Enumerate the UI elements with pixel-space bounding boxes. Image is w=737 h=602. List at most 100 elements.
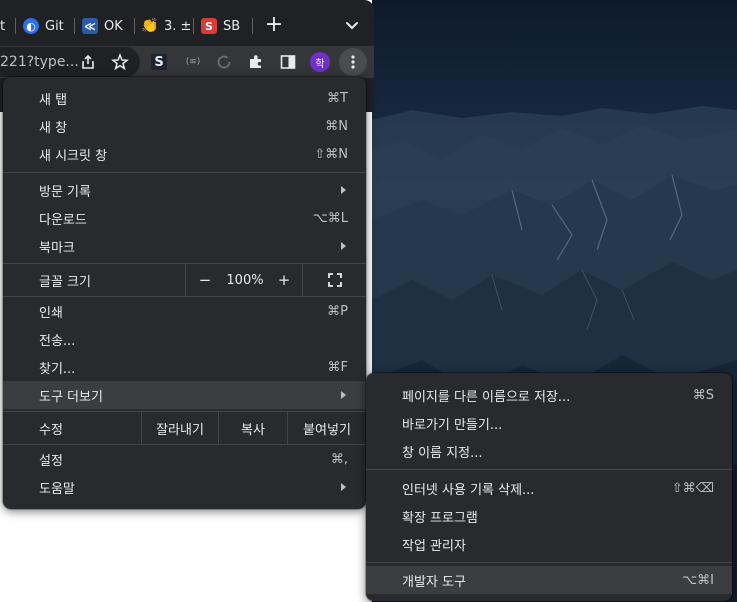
url-text: 221?type... <box>0 54 79 70</box>
menu-divider <box>3 172 366 173</box>
tab-github[interactable]: ◐ Git <box>23 14 69 38</box>
star-icon <box>111 53 129 71</box>
menu-divider <box>366 562 732 563</box>
chevron-down-icon <box>346 22 358 30</box>
menu-divider <box>366 469 732 470</box>
menu-task-manager[interactable]: 작업 관리자 <box>366 530 732 558</box>
side-panel-icon <box>280 55 296 69</box>
menu-item-shortcut: ⌘N <box>325 118 348 134</box>
extension-s-icon: S <box>151 54 167 70</box>
more-menu-button[interactable] <box>339 48 367 76</box>
chrome-main-menu: 새 탭 ⌘T 새 창 ⌘N 새 시크릿 창 ⇧⌘N 방문 기록 다운로드 ⌥⌘L… <box>3 77 366 509</box>
toolbar: 221?type... S (≋) 학 <box>0 46 374 78</box>
tab-strip: t ◐ Git ≪ OK 👏 3. ± S SB + <box>0 0 374 46</box>
share-icon <box>82 54 94 69</box>
menu-item-label: 다운로드 <box>39 212 87 228</box>
menu-item-label: 새 시크릿 창 <box>39 148 108 164</box>
extension-mid-button[interactable]: (≋) <box>180 52 206 72</box>
menu-item-shortcut: ⌥⌘I <box>682 572 714 588</box>
menu-find[interactable]: 찾기... ⌘F <box>3 353 366 381</box>
menu-item-shortcut: ⌘, <box>330 451 348 467</box>
zoom-in-button[interactable]: + <box>266 264 302 296</box>
menu-item-shortcut: ⌘F <box>327 359 348 375</box>
share-button[interactable] <box>78 52 98 72</box>
menu-zoom-row: 글꼴 크기 − 100% + <box>3 264 366 296</box>
avatar: 학 <box>310 52 330 72</box>
tab-title: Git <box>45 18 64 34</box>
menu-item-label: 새 탭 <box>39 92 68 108</box>
menu-cast[interactable]: 전송... <box>3 325 366 353</box>
menu-item-label: 작업 관리자 <box>402 538 466 554</box>
cut-button[interactable]: 잘라내기 <box>142 412 218 444</box>
submenu-arrow-icon <box>341 483 346 491</box>
menu-help[interactable]: 도움말 <box>3 473 366 501</box>
menu-more-tools[interactable]: 도구 더보기 <box>3 381 366 409</box>
menu-developer-tools[interactable]: 개발자 도구 ⌥⌘I <box>366 566 732 594</box>
menu-new-window[interactable]: 새 창 ⌘N <box>3 112 366 140</box>
zoom-label: 글꼴 크기 <box>39 274 91 290</box>
tab-3[interactable]: 👏 3. ± <box>142 14 190 38</box>
menu-item-shortcut: ⇧⌘N <box>314 146 348 162</box>
tab-title: t <box>0 18 6 34</box>
menu-create-shortcut[interactable]: 바로가기 만들기... <box>366 409 732 437</box>
more-tools-submenu: 페이지를 다른 이름으로 저장... ⌘S 바로가기 만들기... 창 이름 지… <box>366 373 732 601</box>
profile-button[interactable]: 학 <box>310 52 330 72</box>
hand-icon: 👏 <box>142 18 159 34</box>
bookmark-button[interactable] <box>110 52 130 72</box>
zoom-out-button[interactable]: − <box>186 264 224 296</box>
okjsp-icon: ≪ <box>82 18 98 34</box>
tab-search-button[interactable] <box>342 16 362 36</box>
cut-label: 잘라내기 <box>156 422 204 438</box>
tab-title: 3. ± <box>164 18 190 34</box>
menu-history[interactable]: 방문 기록 <box>3 176 366 204</box>
menu-item-label: 바로가기 만들기... <box>402 417 503 433</box>
menu-item-shortcut: ⌘T <box>327 90 348 106</box>
side-panel-button[interactable] <box>278 52 298 72</box>
fullscreen-button[interactable] <box>303 264 366 296</box>
paste-button[interactable]: 붙여넣기 <box>288 412 366 444</box>
menu-item-label: 방문 기록 <box>39 184 91 200</box>
new-tab-button[interactable]: + <box>262 14 286 38</box>
menu-item-label: 페이지를 다른 이름으로 저장... <box>402 389 571 405</box>
tab-sb[interactable]: S SB <box>201 14 247 38</box>
menu-settings[interactable]: 설정 ⌘, <box>3 445 366 473</box>
tab-partial[interactable]: t <box>0 14 10 38</box>
menu-name-window[interactable]: 창 이름 지정... <box>366 437 732 465</box>
menu-item-shortcut: ⌘S <box>692 387 714 403</box>
menu-item-shortcut: ⇧⌘⌫ <box>671 480 714 496</box>
menu-item-label: 설정 <box>39 453 63 469</box>
menu-new-tab[interactable]: 새 탭 ⌘T <box>3 84 366 112</box>
zoom-out-label: − <box>198 271 212 289</box>
menu-edit-row: 수정 잘라내기 복사 붙여넣기 <box>3 412 366 444</box>
zoom-level: 100% <box>224 264 266 296</box>
copy-label: 복사 <box>241 422 265 438</box>
edit-label: 수정 <box>39 422 63 438</box>
menu-item-label: 도구 더보기 <box>39 389 103 405</box>
menu-print[interactable]: 인쇄 ⌘P <box>3 297 366 325</box>
tab-ok[interactable]: ≪ OK <box>82 14 128 38</box>
menu-save-page[interactable]: 페이지를 다른 이름으로 저장... ⌘S <box>366 381 732 409</box>
extension-s-button[interactable]: S <box>149 52 169 72</box>
menu-item-label: 도움말 <box>39 481 75 497</box>
menu-downloads[interactable]: 다운로드 ⌥⌘L <box>3 204 366 232</box>
menu-clear-browsing-data[interactable]: 인터넷 사용 기록 삭제... ⇧⌘⌫ <box>366 474 732 502</box>
menu-new-incognito[interactable]: 새 시크릿 창 ⇧⌘N <box>3 140 366 168</box>
submenu-arrow-icon <box>341 242 346 250</box>
menu-extensions[interactable]: 확장 프로그램 <box>366 502 732 530</box>
copy-button[interactable]: 복사 <box>219 412 287 444</box>
reload-button[interactable] <box>214 52 234 72</box>
paste-label: 붙여넣기 <box>303 422 351 438</box>
menu-item-label: 확장 프로그램 <box>402 510 478 526</box>
zoom-value: 100% <box>226 272 264 288</box>
menu-item-label: 북마크 <box>39 240 75 256</box>
github-icon: ◐ <box>23 18 39 34</box>
menu-item-label: 개발자 도구 <box>402 574 466 590</box>
menu-item-label: 새 창 <box>39 120 68 136</box>
menu-item-shortcut: ⌘P <box>327 303 348 319</box>
fullscreen-icon <box>327 273 342 287</box>
extensions-button[interactable] <box>246 52 266 72</box>
menu-item-label: 전송... <box>39 333 76 349</box>
menu-bookmarks[interactable]: 북마크 <box>3 232 366 260</box>
sb-icon: S <box>201 18 217 34</box>
puzzle-icon <box>250 55 261 68</box>
